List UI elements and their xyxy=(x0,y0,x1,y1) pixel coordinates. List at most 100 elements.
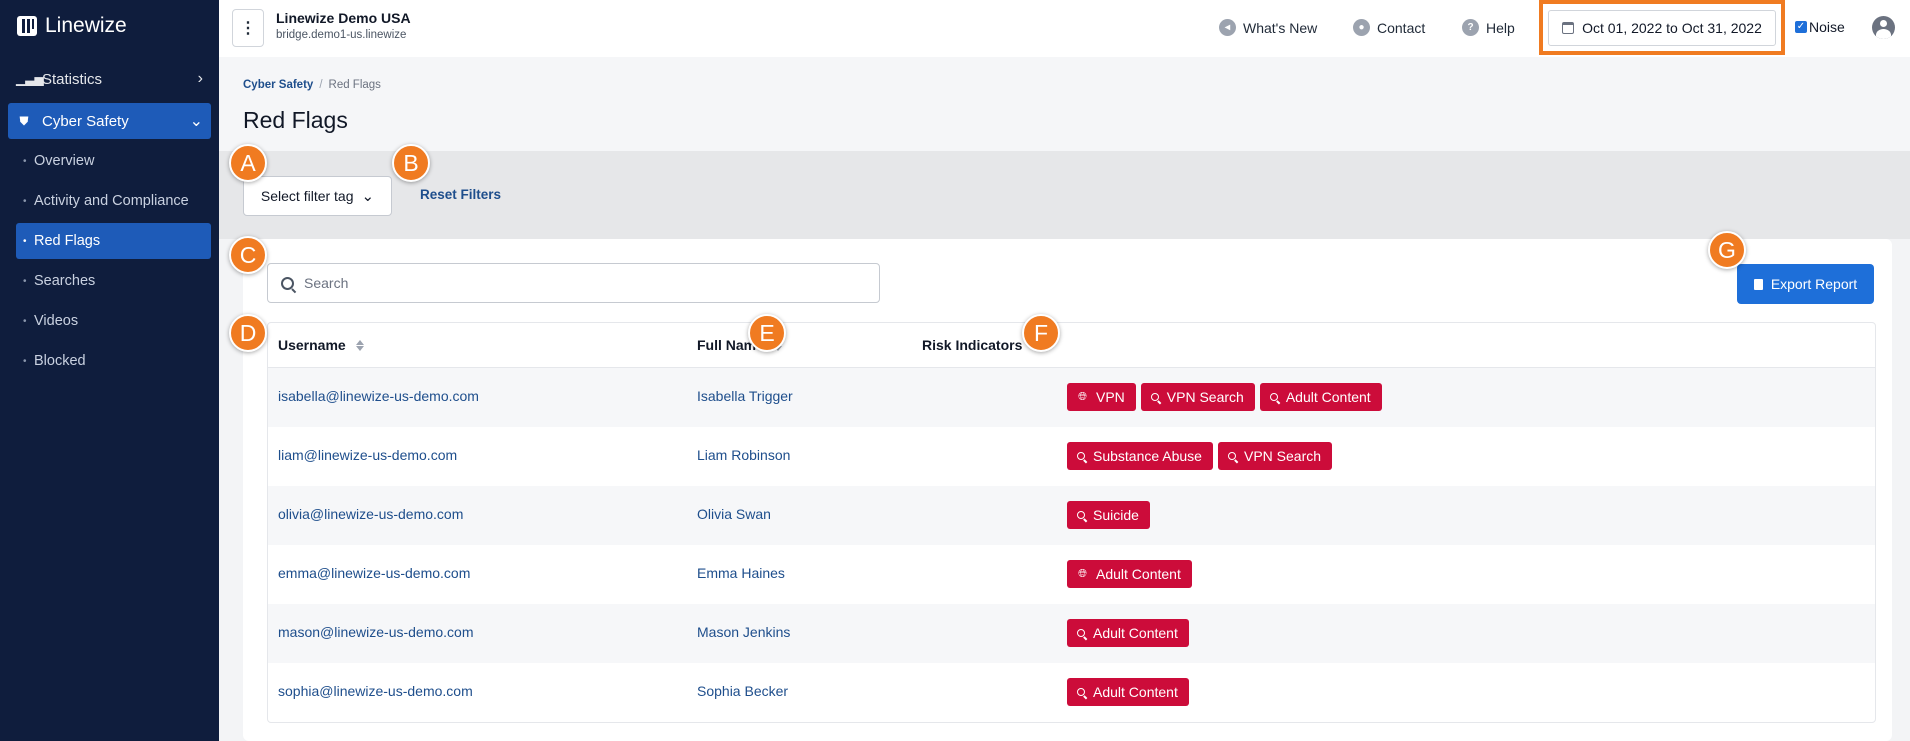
sidebar-item-red-flags[interactable]: Red Flags xyxy=(16,223,211,259)
risk-badge-label: VPN xyxy=(1096,389,1125,405)
page-header: Cyber Safety / Red Flags Red Flags xyxy=(219,57,1910,151)
table-row[interactable]: emma@linewize-us-demo.com Emma Haines 🌐︎ Ad… xyxy=(268,545,1875,604)
callout-marker-g: G xyxy=(1708,231,1746,269)
risk-badge-label: VPN Search xyxy=(1166,389,1244,405)
search-icon xyxy=(1077,511,1085,519)
full-name: Isabella Trigger xyxy=(697,388,793,404)
whats-new-label: What's New xyxy=(1243,19,1318,36)
column-label: Username xyxy=(278,337,346,353)
username-link[interactable]: sophia@linewize-us-demo.com xyxy=(278,683,473,699)
document-icon xyxy=(1753,278,1763,290)
brand-logo[interactable]: Linewize xyxy=(17,14,127,38)
risk-badge[interactable]: Adult Content xyxy=(1067,619,1189,647)
user-avatar-icon[interactable] xyxy=(1872,16,1895,39)
kebab-icon: ⋮ xyxy=(240,20,256,37)
filter-tag-select[interactable]: Select filter tag ⌄ xyxy=(243,176,392,216)
red-flags-table: Username Full Name Risk Indicators isabe… xyxy=(267,322,1876,723)
risk-badge-label: Adult Content xyxy=(1093,625,1178,641)
full-name: Olivia Swan xyxy=(697,506,771,522)
risk-badge-label: Adult Content xyxy=(1096,566,1181,582)
filter-bar: Select filter tag ⌄ Reset Filters xyxy=(219,151,1910,239)
sidebar-item-statistics[interactable]: ▁▃▅ Statistics › xyxy=(8,61,211,97)
more-menu-button[interactable]: ⋮ xyxy=(232,9,264,47)
chat-bubble-icon: ● xyxy=(1353,19,1370,36)
globe-icon: 🌐︎ xyxy=(1078,390,1087,403)
column-username[interactable]: Username xyxy=(278,337,364,353)
risk-badge[interactable]: VPN Search xyxy=(1140,383,1255,411)
risk-badge-label: Adult Content xyxy=(1093,684,1178,700)
sidebar-item-videos[interactable]: Videos xyxy=(16,303,211,339)
sidebar-item-searches[interactable]: Searches xyxy=(16,263,211,299)
search-placeholder: Search xyxy=(304,275,349,291)
table-row[interactable]: isabella@linewize-us-demo.com Isabella Tr… xyxy=(268,368,1875,427)
risk-badge[interactable]: 🌐︎ VPN xyxy=(1067,383,1136,411)
risk-badge[interactable]: Substance Abuse xyxy=(1067,442,1213,470)
username-link[interactable]: olivia@linewize-us-demo.com xyxy=(278,506,463,522)
noise-toggle[interactable]: ✓ Noise xyxy=(1795,19,1845,35)
linewize-logo-icon xyxy=(17,16,37,36)
org-host: bridge.demo1-us.linewize xyxy=(276,29,407,41)
export-report-button[interactable]: Export Report xyxy=(1737,264,1874,304)
table-header: Username Full Name Risk Indicators xyxy=(268,323,1875,368)
risk-badge[interactable]: VPN Search xyxy=(1217,442,1333,470)
breadcrumb: Cyber Safety / Red Flags xyxy=(243,79,381,91)
risk-badge[interactable]: Suicide xyxy=(1067,501,1150,529)
table-body: isabella@linewize-us-demo.com Isabella Tr… xyxy=(268,368,1875,722)
search-icon xyxy=(1150,393,1159,401)
sidebar-item-cyber-safety[interactable]: ⛊ Cyber Safety ⌄ xyxy=(8,103,211,139)
risk-indicators: Substance Abuse VPN Search xyxy=(1067,442,1333,470)
breadcrumb-separator: / xyxy=(319,79,323,91)
sidebar-item-overview[interactable]: Overview xyxy=(16,143,211,179)
callout-marker-e: E xyxy=(748,314,786,352)
full-name: Sophia Becker xyxy=(697,683,789,699)
page-title: Red Flags xyxy=(243,107,348,133)
date-range-highlight: Oct 01, 2022 to Oct 31, 2022 xyxy=(1539,0,1785,55)
whats-new-link[interactable]: ◂ What's New xyxy=(1219,19,1317,36)
bar-chart-icon: ▁▃▅ xyxy=(16,72,44,86)
table-row[interactable]: mason@linewize-us-demo.com Mason Jenkins A… xyxy=(268,604,1875,663)
risk-badge[interactable]: Adult Content xyxy=(1259,383,1382,411)
top-header: ⋮ Linewize Demo USA bridge.demo1-us.line… xyxy=(219,0,1910,57)
calendar-icon xyxy=(1562,22,1575,34)
brand-name: Linewize xyxy=(45,14,127,37)
username-link[interactable]: liam@linewize-us-demo.com xyxy=(278,447,457,463)
risk-indicators: 🌐︎ Adult Content xyxy=(1067,560,1192,588)
username-link[interactable]: isabella@linewize-us-demo.com xyxy=(278,388,479,404)
sort-icon[interactable] xyxy=(355,339,364,351)
chevron-right-icon: › xyxy=(197,70,203,87)
globe-icon: 🌐︎ xyxy=(1078,567,1087,580)
sidebar-item-label: Cyber Safety xyxy=(42,112,129,130)
risk-badge-label: VPN Search xyxy=(1243,448,1322,464)
full-name: Liam Robinson xyxy=(697,447,791,463)
risk-indicators: Adult Content xyxy=(1067,619,1189,647)
risk-badge[interactable]: Adult Content xyxy=(1067,678,1189,706)
breadcrumb-cyber-safety[interactable]: Cyber Safety xyxy=(243,79,313,91)
help-label: Help xyxy=(1486,19,1515,36)
chevron-down-icon: ⌄ xyxy=(189,113,203,130)
noise-checkbox[interactable]: ✓ xyxy=(1795,21,1807,33)
help-link[interactable]: ? Help xyxy=(1462,19,1515,36)
username-link[interactable]: emma@linewize-us-demo.com xyxy=(278,565,470,581)
username-link[interactable]: mason@linewize-us-demo.com xyxy=(278,624,474,640)
reset-filters-link[interactable]: Reset Filters xyxy=(420,187,501,202)
sidebar-item-label: Statistics xyxy=(42,70,103,88)
table-row[interactable]: olivia@linewize-us-demo.com Olivia Swan Su… xyxy=(268,486,1875,545)
megaphone-icon: ◂ xyxy=(1219,19,1236,36)
search-input[interactable]: Search xyxy=(267,263,880,303)
search-icon xyxy=(1077,452,1085,460)
sidebar-item-blocked[interactable]: Blocked xyxy=(16,343,211,379)
full-name: Emma Haines xyxy=(697,565,785,581)
table-row[interactable]: liam@linewize-us-demo.com Liam Robinson Su… xyxy=(268,427,1875,486)
search-icon xyxy=(1227,452,1236,460)
date-range-label: Oct 01, 2022 to Oct 31, 2022 xyxy=(1582,20,1762,36)
search-icon xyxy=(281,276,294,290)
risk-badge[interactable]: 🌐︎ Adult Content xyxy=(1067,560,1192,588)
search-icon xyxy=(1077,629,1085,637)
export-report-label: Export Report xyxy=(1770,276,1858,292)
table-row[interactable]: sophia@linewize-us-demo.com Sophia Becker… xyxy=(268,663,1875,722)
date-range-picker[interactable]: Oct 01, 2022 to Oct 31, 2022 xyxy=(1548,10,1776,46)
contact-link[interactable]: ● Contact xyxy=(1353,19,1425,36)
risk-indicators: Adult Content xyxy=(1067,678,1189,706)
sidebar-item-activity-compliance[interactable]: Activity and Compliance xyxy=(16,183,211,219)
org-name: Linewize Demo USA xyxy=(276,10,411,26)
